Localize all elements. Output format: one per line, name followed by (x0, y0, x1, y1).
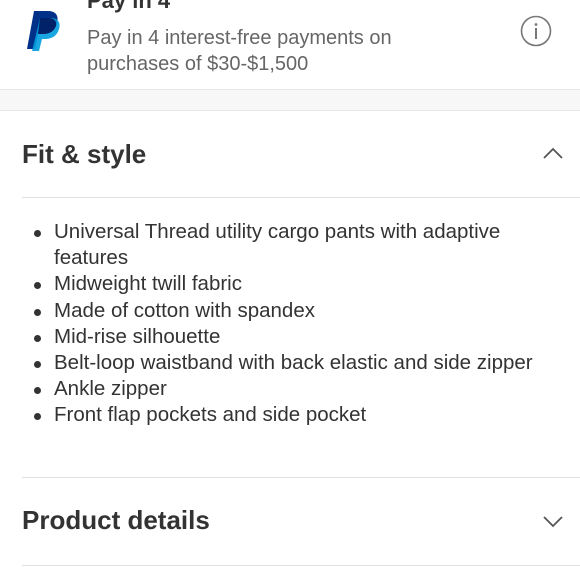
chevron-down-icon[interactable] (542, 515, 564, 529)
bullet-item: Ankle zipper (0, 376, 544, 402)
paypal-logo-icon (27, 11, 60, 51)
product-page: Pay in 4 Pay in 4 interest-free payments… (0, 0, 580, 580)
divider-line (22, 197, 580, 198)
fit-style-bullet-list: Universal Thread utility cargo pants wit… (0, 219, 580, 429)
bullet-item: Universal Thread utility cargo pants wit… (0, 219, 544, 271)
paypal-title: Pay in 4 (87, 0, 171, 13)
bullet-item: Midweight twill fabric (0, 271, 544, 297)
chevron-up-icon[interactable] (542, 146, 564, 160)
bullet-item: Mid-rise silhouette (0, 324, 544, 350)
bullet-item: Belt-loop waistband with back elastic an… (0, 350, 544, 376)
info-icon[interactable] (520, 15, 552, 47)
bullet-item: Front flap pockets and side pocket (0, 402, 544, 428)
fit-style-title: Fit & style (22, 139, 147, 169)
fit-style-accordion-header[interactable]: Fit & style (0, 112, 580, 198)
paypal-pay-in-4-section: Pay in 4 Pay in 4 interest-free payments… (0, 0, 580, 89)
product-details-title: Product details (22, 505, 210, 535)
bullet-item: Made of cotton with spandex (0, 298, 544, 324)
product-details-accordion-header[interactable]: Product details (0, 478, 580, 564)
paypal-description: Pay in 4 interest-free payments on purch… (87, 27, 392, 75)
section-divider (0, 89, 580, 111)
divider-line (22, 565, 580, 566)
